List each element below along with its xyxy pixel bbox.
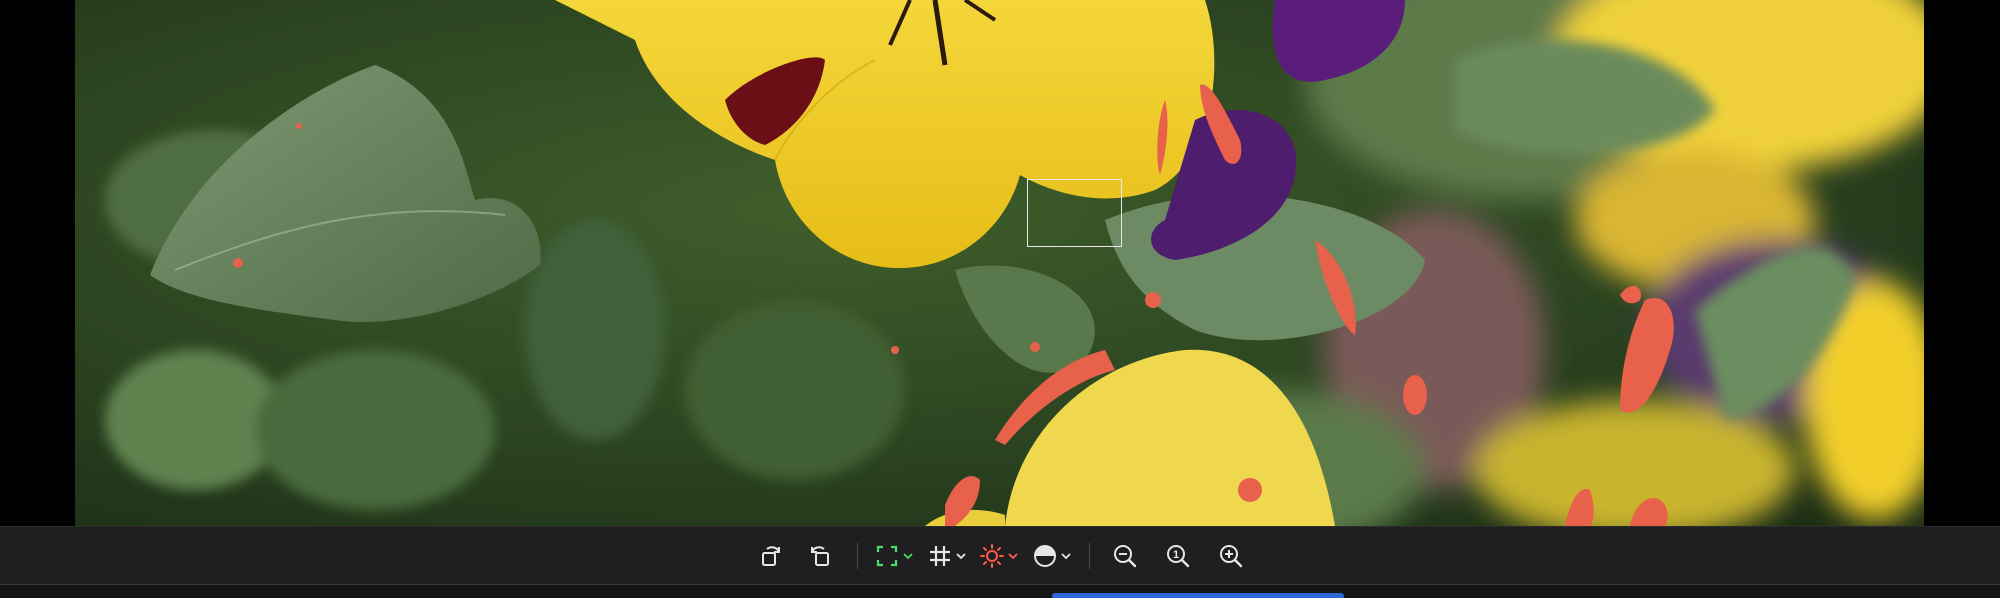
- exposure-button[interactable]: [976, 541, 1022, 571]
- grid-button[interactable]: [924, 541, 970, 571]
- rotate-left-button[interactable]: [805, 541, 835, 571]
- rotate-right-icon: [762, 546, 780, 566]
- crop-button[interactable]: [872, 541, 916, 571]
- zoom-in-button[interactable]: [1216, 541, 1246, 571]
- filmstrip-edge: [0, 584, 2000, 598]
- viewer-toolbar: 1: [0, 526, 2000, 585]
- contrast-icon: [1034, 545, 1056, 567]
- rotate-right-button[interactable]: [756, 541, 786, 571]
- highlight-clipping-overlay: [233, 84, 1674, 526]
- grid-icon: [930, 546, 950, 566]
- zoom-out-icon: [1114, 545, 1137, 568]
- exposure-icon: [980, 544, 1004, 568]
- zoom-actual-size-icon: 1: [1167, 545, 1190, 568]
- toolbar-separator: [857, 543, 858, 569]
- zoom-actual-size-button[interactable]: 1: [1163, 541, 1193, 571]
- chevron-down-icon: [903, 553, 913, 560]
- toolbar-separator: [1089, 543, 1090, 569]
- zoom-out-button[interactable]: [1110, 541, 1140, 571]
- chevron-down-icon: [956, 553, 966, 560]
- contrast-button[interactable]: [1029, 541, 1075, 571]
- selected-thumbnail-indicator[interactable]: [1052, 593, 1344, 598]
- rotate-left-icon: [811, 546, 829, 566]
- zoom-in-icon: [1220, 545, 1243, 568]
- chevron-down-icon: [1061, 553, 1071, 560]
- crop-icon: [876, 545, 898, 567]
- photo-canvas[interactable]: [75, 0, 1924, 526]
- image-viewer[interactable]: [0, 0, 2000, 526]
- zoom-level-label: 1: [1173, 549, 1179, 561]
- focus-box[interactable]: [1027, 179, 1122, 247]
- chevron-down-icon: [1008, 553, 1018, 560]
